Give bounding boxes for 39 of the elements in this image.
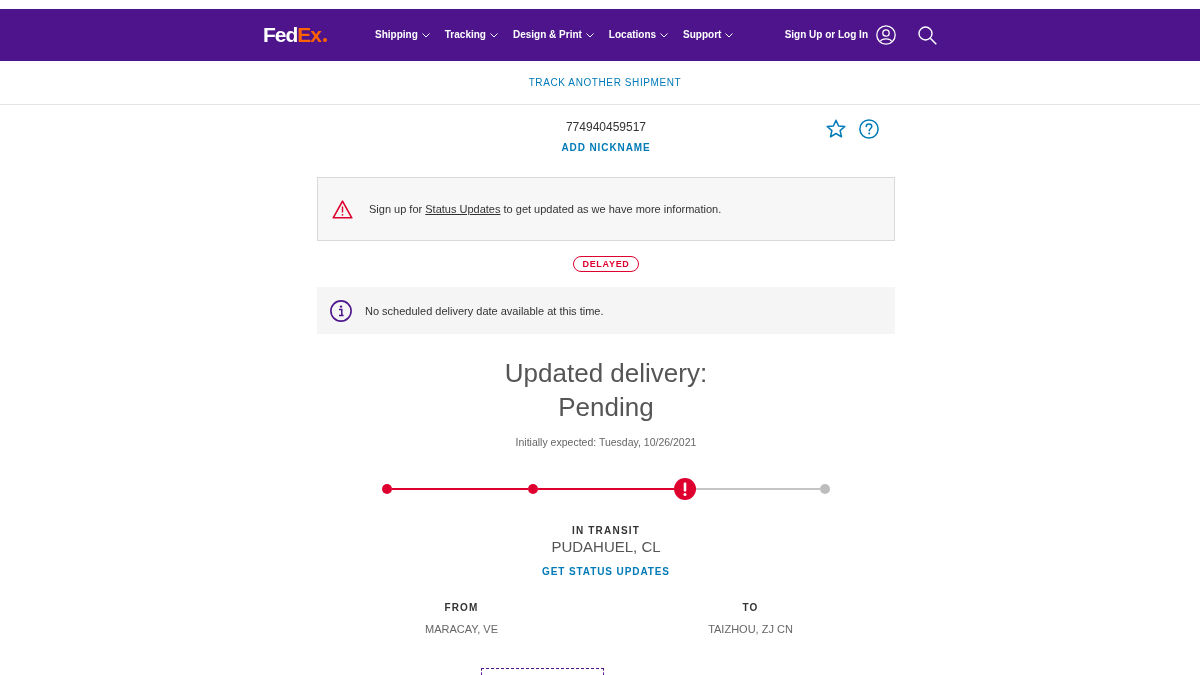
info-message: No scheduled delivery date available at this time. xyxy=(365,303,604,318)
nav-menu-button[interactable]: Support xyxy=(683,28,734,42)
track-another-shipment-link[interactable]: TRACK ANOTHER SHIPMENT xyxy=(518,76,682,89)
info-icon xyxy=(330,299,352,322)
nav-menu-button[interactable]: Shipping xyxy=(375,28,430,42)
status-updates-link[interactable]: Status Updates xyxy=(425,202,501,216)
nav-menu-button[interactable]: Tracking xyxy=(444,28,498,42)
shipment-status: IN TRANSIT xyxy=(571,525,641,537)
dot-icon xyxy=(323,38,328,42)
route-label: TO xyxy=(742,602,759,614)
chevron-down-icon xyxy=(489,32,498,38)
alert-message: Sign up for Status Updates to get updated as we have more information. xyxy=(369,202,722,216)
route-location: TAIZHOU, ZJ CN xyxy=(708,622,793,636)
get-status-updates-link[interactable]: GET STATUS UPDATES xyxy=(542,566,670,578)
logo[interactable]: FedEx xyxy=(263,24,322,46)
search-icon[interactable] xyxy=(918,25,937,45)
chevron-down-icon xyxy=(585,32,594,38)
delivery-status: Pending xyxy=(558,391,654,424)
star-icon[interactable] xyxy=(826,119,846,139)
sign-in-link[interactable]: Sign Up or Log In xyxy=(784,25,896,45)
help-icon[interactable] xyxy=(859,119,879,139)
warning-icon xyxy=(332,199,353,219)
user-icon xyxy=(876,25,896,45)
chevron-down-icon xyxy=(421,32,430,38)
step-dot-icon xyxy=(527,484,538,494)
initially-expected-date: Initially expected: Tuesday, 10/26/2021 xyxy=(515,435,697,449)
current-location: PUDAHUEL, CL xyxy=(551,538,661,556)
step-dot-icon xyxy=(381,484,392,494)
step-dot-icon xyxy=(820,484,831,494)
route-label: FROM xyxy=(444,602,479,614)
route-location: MARACAY, VE xyxy=(425,622,498,636)
nav-menu-button[interactable]: Design & Print xyxy=(512,28,594,42)
delivery-heading: Updated delivery: xyxy=(504,357,708,390)
chevron-down-icon xyxy=(660,32,669,38)
add-nickname-link[interactable]: ADD NICKNAME xyxy=(561,142,651,154)
nav-menu-button[interactable]: Locations xyxy=(608,28,669,42)
chevron-down-icon xyxy=(725,32,734,38)
exclamation-icon xyxy=(674,478,697,500)
tracking-number: 774940459517 xyxy=(565,119,647,135)
